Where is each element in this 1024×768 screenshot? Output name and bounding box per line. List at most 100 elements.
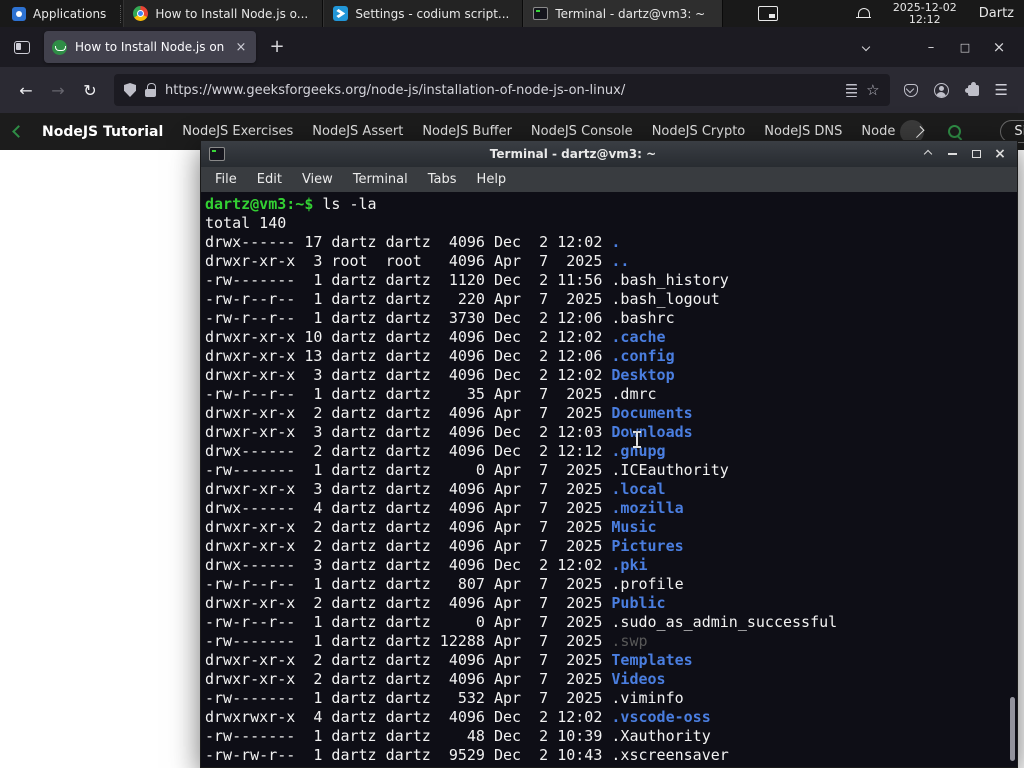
tab-title: How to Install Node.js on	[75, 40, 225, 54]
nav-link-assert[interactable]: NodeJS Assert	[312, 124, 403, 139]
menu-file[interactable]: File	[205, 172, 247, 187]
task-button-terminal[interactable]: Terminal - dartz@vm3: ~	[523, 0, 724, 27]
browser-toolbar: ← → ↻ https://www.geeksforgeeks.org/node…	[0, 67, 1024, 113]
applications-menu-button[interactable]: Applications	[0, 0, 118, 27]
search-icon[interactable]	[947, 124, 963, 140]
terminal-minimize-button[interactable]	[945, 147, 959, 161]
terminal-shade-button[interactable]	[921, 147, 935, 161]
terminal-line: drwxr-xr-x 3 dartz dartz 4096 Apr 7 2025…	[205, 480, 666, 498]
menu-icon[interactable]: ☰	[995, 81, 1008, 99]
terminal-window: Terminal - dartz@vm3: ~ × File Edit View…	[200, 140, 1018, 768]
nav-link-buffer[interactable]: NodeJS Buffer	[422, 124, 512, 139]
terminal-line: total 140	[205, 214, 287, 232]
applications-label: Applications	[33, 6, 107, 21]
user-menu[interactable]: Dartz	[979, 6, 1014, 21]
chevron-right-icon	[912, 125, 925, 138]
new-tab-button[interactable]: +	[264, 34, 290, 60]
browser-favicon-icon	[133, 6, 149, 21]
terminal-line: drwxr-xr-x 2 dartz dartz 4096 Apr 7 2025…	[205, 518, 657, 536]
tabstrip-controls: – □ ×	[854, 38, 1016, 56]
tab-strip: How to Install Node.js on × + – □ ×	[0, 27, 1024, 67]
tracking-protection-shield-icon[interactable]	[124, 83, 136, 97]
nav-brand[interactable]: NodeJS Tutorial	[42, 124, 163, 140]
nav-link-dns[interactable]: NodeJS DNS	[764, 124, 842, 139]
menu-help[interactable]: Help	[467, 172, 517, 187]
task-label: Settings - codium script...	[355, 6, 510, 21]
window-close-button[interactable]: ×	[982, 38, 1016, 56]
list-all-tabs-button[interactable]	[854, 42, 878, 52]
terminal-line: drwx------ 2 dartz dartz 4096 Dec 2 12:1…	[205, 442, 666, 460]
terminal-line: drwx------ 17 dartz dartz 4096 Dec 2 12:…	[205, 233, 621, 251]
terminal-menubar: File Edit View Terminal Tabs Help	[201, 167, 1017, 192]
nav-link-truncated[interactable]: Node	[861, 124, 895, 139]
terminal-maximize-button[interactable]	[969, 147, 983, 161]
toolbar-icons: ☰	[898, 81, 1014, 99]
terminal-line: -rw------- 1 dartz dartz 12288 Apr 7 202…	[205, 632, 648, 650]
terminal-close-button[interactable]: ×	[993, 147, 1007, 161]
applications-icon	[12, 6, 26, 21]
menu-view[interactable]: View	[292, 172, 343, 187]
firefox-view-button[interactable]	[8, 33, 36, 61]
nav-scroll-left-icon[interactable]	[12, 125, 25, 138]
window-maximize-button[interactable]: □	[948, 41, 982, 54]
terminal-line: -rw-r--r-- 1 dartz dartz 35 Apr 7 2025 .…	[205, 385, 657, 403]
chevron-up-icon	[923, 149, 933, 159]
window-minimize-button[interactable]: –	[914, 40, 948, 55]
bookmark-star-icon[interactable]: ☆	[866, 83, 879, 98]
terminal-line: drwxr-xr-x 3 dartz dartz 4096 Dec 2 12:0…	[205, 366, 675, 384]
terminal-line: drwxr-xr-x 10 dartz dartz 4096 Dec 2 12:…	[205, 328, 666, 346]
tray-terminal-icon[interactable]	[757, 6, 778, 21]
terminal-window-buttons: ×	[921, 147, 1009, 161]
clock-date: 2025-12-02	[892, 0, 957, 14]
terminal-icon	[533, 7, 549, 20]
lock-icon[interactable]	[145, 83, 156, 97]
terminal-line: drwxr-xr-x 2 dartz dartz 4096 Apr 7 2025…	[205, 594, 666, 612]
terminal-line: -rw------- 1 dartz dartz 0 Apr 7 2025 .I…	[205, 461, 729, 479]
menu-terminal[interactable]: Terminal	[343, 172, 418, 187]
url-text: https://www.geeksforgeeks.org/node-js/in…	[165, 82, 626, 98]
maximize-icon	[971, 150, 981, 158]
notification-bell-icon[interactable]	[855, 7, 871, 21]
menu-tabs[interactable]: Tabs	[418, 172, 467, 187]
gfg-favicon-icon	[52, 39, 67, 55]
reload-button[interactable]: ↻	[74, 75, 106, 105]
task-button-browser[interactable]: How to Install Node.js o...	[123, 0, 324, 27]
url-bar[interactable]: https://www.geeksforgeeks.org/node-js/in…	[114, 74, 890, 106]
terminal-title: Terminal - dartz@vm3: ~	[489, 147, 657, 161]
terminal-titlebar[interactable]: Terminal - dartz@vm3: ~ ×	[201, 141, 1017, 167]
active-tab[interactable]: How to Install Node.js on ×	[44, 31, 256, 63]
nav-link-exercises[interactable]: NodeJS Exercises	[182, 124, 293, 139]
terminal-line: dartz@vm3:~$ ls -la	[205, 195, 377, 213]
terminal-line: drwxrwxr-x 4 dartz dartz 4096 Dec 2 12:0…	[205, 708, 711, 726]
forward-button[interactable]: →	[42, 75, 74, 105]
terminal-line: drwxr-xr-x 2 dartz dartz 4096 Apr 7 2025…	[205, 670, 666, 688]
pocket-icon[interactable]	[903, 83, 918, 97]
task-button-codium[interactable]: Settings - codium script...	[323, 0, 524, 27]
terminal-output[interactable]: dartz@vm3:~$ ls -la total 140 drwx------ 1…	[201, 192, 1017, 767]
terminal-line: -rw-r--r-- 1 dartz dartz 0 Apr 7 2025 .s…	[205, 613, 838, 631]
menu-edit[interactable]: Edit	[247, 172, 292, 187]
clock-time: 12:12	[908, 12, 941, 26]
extensions-icon[interactable]	[964, 81, 979, 96]
terminal-line: -rw------- 1 dartz dartz 532 Apr 7 2025 …	[205, 689, 684, 707]
minimize-icon	[947, 153, 957, 155]
tab-close-icon[interactable]: ×	[234, 40, 248, 55]
clock[interactable]: 2025-12-02 12:12	[892, 0, 957, 26]
panel-tray: 2025-12-02 12:12 Dartz	[757, 0, 1024, 26]
firefox-view-icon	[14, 40, 30, 54]
terminal-app-icon	[209, 147, 225, 161]
terminal-line: drwxr-xr-x 13 dartz dartz 4096 Dec 2 12:…	[205, 347, 675, 365]
terminal-line: drwxr-xr-x 3 dartz dartz 4096 Dec 2 12:0…	[205, 423, 693, 441]
reader-mode-icon[interactable]	[846, 83, 858, 97]
terminal-scrollbar-thumb[interactable]	[1010, 697, 1015, 761]
nav-link-console[interactable]: NodeJS Console	[531, 124, 633, 139]
top-panel: Applications How to Install Node.js o...…	[0, 0, 1024, 27]
task-label: How to Install Node.js o...	[155, 6, 309, 21]
mouse-cursor-ibeam	[632, 431, 641, 448]
back-button[interactable]: ←	[10, 75, 42, 105]
nav-link-crypto[interactable]: NodeJS Crypto	[652, 124, 746, 139]
terminal-line: -rw------- 1 dartz dartz 48 Dec 2 10:39 …	[205, 727, 711, 745]
terminal-line: drwxr-xr-x 2 dartz dartz 4096 Apr 7 2025…	[205, 537, 684, 555]
account-icon[interactable]	[933, 82, 949, 98]
terminal-line: drwxr-xr-x 3 root root 4096 Apr 7 2025 .…	[205, 252, 630, 270]
